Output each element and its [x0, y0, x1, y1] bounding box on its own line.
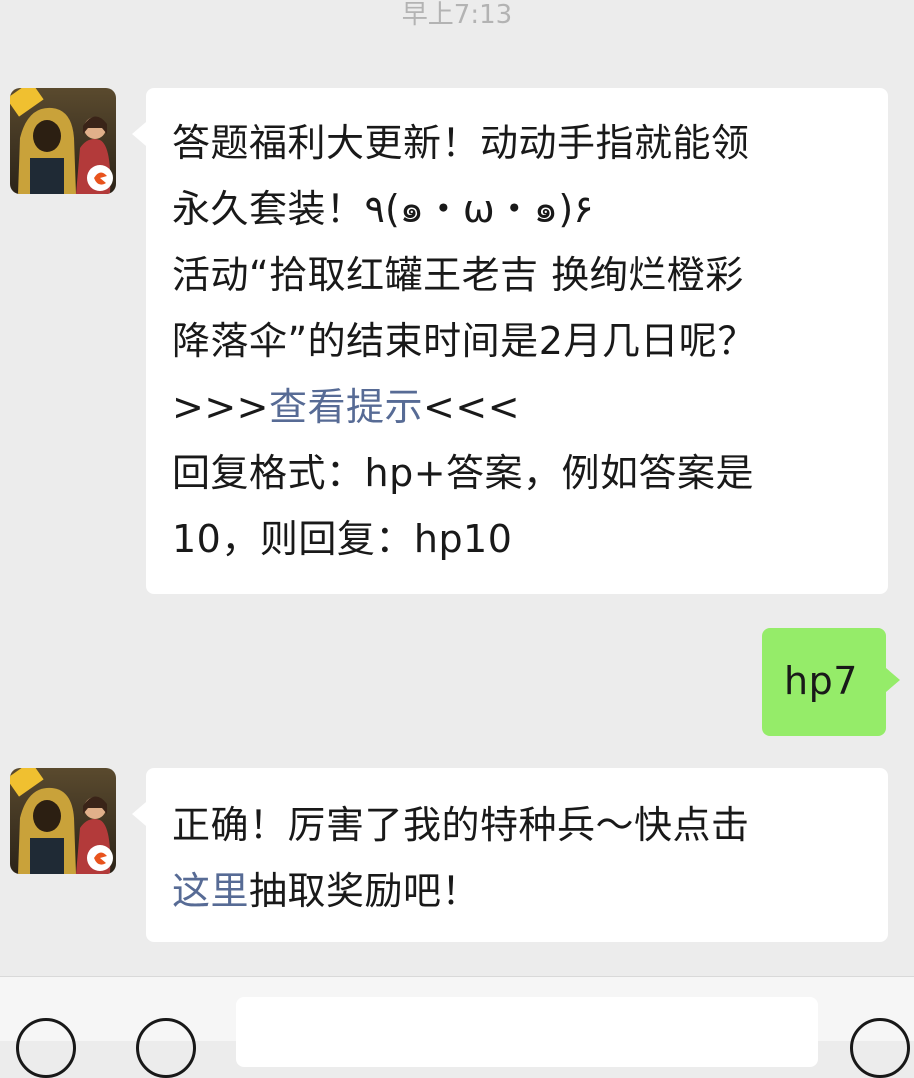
message-bubble-reply[interactable]: hp7 — [762, 628, 900, 736]
reply-text: hp7 — [784, 659, 858, 703]
sender-avatar[interactable] — [10, 768, 116, 874]
view-hint-link[interactable]: 查看提示 — [269, 385, 423, 429]
claim-reward-link[interactable]: 这里 — [172, 869, 249, 913]
chat-input-bar — [0, 976, 914, 1078]
game-character-avatar-icon — [10, 88, 116, 194]
message-bubble-result[interactable]: 正确！厉害了我的特种兵～快点击 这里抽取奖励吧！ — [132, 768, 888, 942]
back-icon[interactable] — [136, 1018, 196, 1078]
sender-avatar[interactable] — [10, 88, 116, 194]
timestamp: 早上7:13 — [401, 0, 513, 30]
message-text: 正确！厉害了我的特种兵～快点击 这里抽取奖励吧！ — [172, 803, 750, 913]
emoji-icon[interactable] — [850, 1018, 910, 1078]
message-input[interactable] — [236, 997, 818, 1067]
voice-icon[interactable] — [16, 1018, 76, 1078]
message-text: 答题福利大更新！动动手指就能领 永久套装！٩(๑・ω・๑)۶ 活动“拾取红罐王老… — [172, 121, 756, 561]
message-bubble-question[interactable]: 答题福利大更新！动动手指就能领 永久套装！٩(๑・ω・๑)۶ 活动“拾取红罐王老… — [132, 88, 888, 594]
game-character-avatar-icon — [10, 768, 116, 874]
